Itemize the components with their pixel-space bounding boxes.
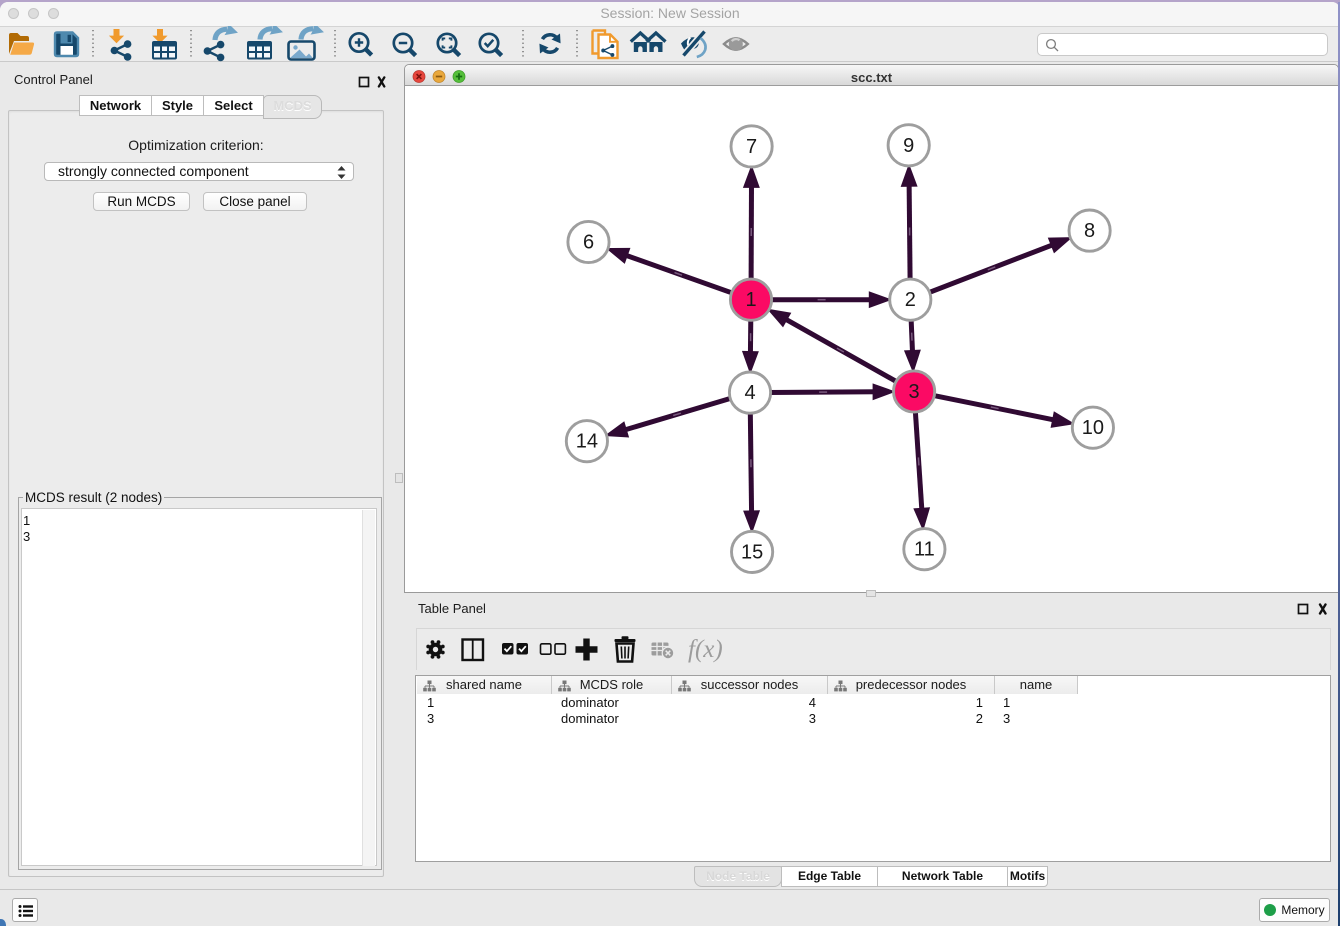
svg-text:11: 11 (914, 539, 935, 561)
svg-text:10: 10 (1082, 417, 1104, 439)
svg-text:2: 2 (905, 289, 916, 311)
svg-text:14: 14 (576, 431, 598, 453)
svg-text:9: 9 (903, 135, 914, 157)
svg-text:7: 7 (746, 136, 757, 158)
svg-text:4: 4 (744, 382, 755, 404)
svg-text:f(x): f(x) (688, 636, 723, 663)
svg-text:1: 1 (745, 289, 756, 311)
svg-text:15: 15 (741, 541, 763, 563)
svg-text:6: 6 (583, 232, 594, 254)
svg-text:3: 3 (909, 381, 920, 403)
svg-text:8: 8 (1084, 220, 1095, 242)
